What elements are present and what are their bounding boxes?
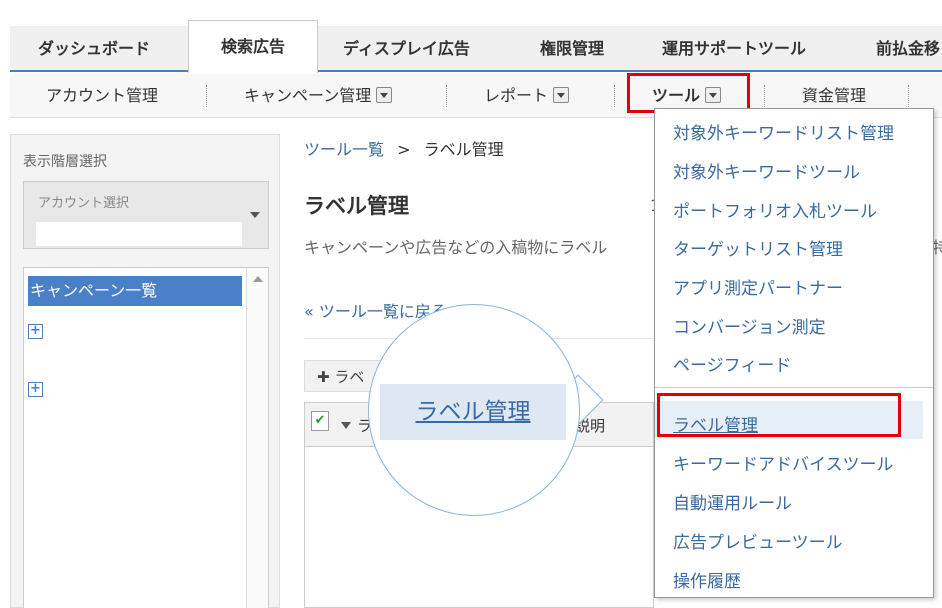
tree-item-campaign-list[interactable]: キャンペーン一覧 — [28, 276, 242, 306]
menu-item-negative-keyword-list[interactable]: 対象外キーワードリスト管理 — [673, 119, 894, 144]
chevron-down-icon[interactable] — [376, 87, 393, 103]
plus-icon: ✚ — [317, 368, 335, 386]
tree-scrollbar[interactable] — [246, 268, 268, 608]
hierarchy-panel: 表示階層選択 アカウント選択 キャンペーン一覧 + + — [10, 134, 280, 608]
scroll-up-icon[interactable] — [253, 276, 263, 282]
account-select-label: アカウント選択 — [38, 196, 130, 211]
chevron-down-icon[interactable] — [553, 87, 570, 103]
divider — [206, 85, 207, 107]
page-title: ラベル管理 — [304, 194, 409, 218]
label-management-highlight-box — [657, 393, 901, 437]
sort-down-icon[interactable] — [341, 422, 351, 429]
menu-item-target-list[interactable]: ターゲットリスト管理 — [673, 235, 843, 260]
account-select[interactable]: アカウント選択 — [23, 181, 269, 249]
zoomed-label-management: ラベル管理 — [380, 384, 566, 440]
breadcrumb-sep: > — [397, 140, 411, 159]
panel-title: 表示階層選択 — [23, 154, 107, 170]
campaign-tree: キャンペーン一覧 + + — [23, 267, 269, 608]
subnav-campaign-label: キャンペーン管理 — [244, 86, 372, 105]
divider — [908, 85, 909, 107]
menu-item-auto-rules[interactable]: 自動運用ルール — [673, 489, 792, 514]
menu-item-keyword-advice[interactable]: キーワードアドバイスツール — [673, 450, 894, 475]
menu-item-conversion[interactable]: コンバージョン測定 — [673, 313, 826, 338]
tab-support-tools[interactable]: 運用サポートツール — [662, 26, 806, 72]
divider — [614, 85, 615, 107]
tab-dashboard[interactable]: ダッシュボード — [38, 26, 150, 72]
menu-divider — [655, 387, 933, 388]
tools-highlight-box — [627, 73, 750, 113]
expand-icon[interactable]: + — [28, 324, 43, 339]
subnav-account[interactable]: アカウント管理 — [46, 74, 158, 118]
subnav-report[interactable]: レポート — [484, 74, 570, 118]
tools-dropdown-menu: 対象外キーワードリスト管理 対象外キーワードツール ポートフォリオ入札ツール タ… — [654, 108, 934, 598]
expand-icon[interactable]: + — [28, 382, 43, 397]
breadcrumb: ツール一覧 > ラベル管理 — [304, 136, 504, 160]
tab-display-ads[interactable]: ディスプレイ広告 — [343, 26, 470, 72]
breadcrumb-current: ラベル管理 — [423, 140, 504, 159]
shield-check-icon[interactable]: ✔ — [311, 411, 329, 431]
menu-item-page-feed[interactable]: ページフィード — [673, 351, 791, 376]
chevron-down-icon[interactable] — [250, 212, 260, 218]
divider — [446, 85, 447, 107]
account-select-input[interactable] — [36, 222, 242, 246]
menu-item-app-partner[interactable]: アプリ測定パートナー — [673, 274, 843, 299]
divider — [764, 85, 765, 107]
add-label-button-text: ラベ — [334, 368, 365, 386]
tab-search-ads[interactable]: 検索広告 — [188, 20, 318, 73]
tab-prepayment[interactable]: 前払金移 — [876, 26, 942, 72]
menu-item-negative-keyword-tool[interactable]: 対象外キーワードツール — [673, 158, 860, 183]
subnav-campaign[interactable]: キャンペーン管理 — [244, 74, 393, 118]
menu-item-portfolio-bidding[interactable]: ポートフォリオ入札ツール — [673, 197, 877, 222]
menu-item-history[interactable]: 操作履歴 — [673, 567, 741, 592]
subnav-report-label: レポート — [484, 86, 549, 105]
page-description: キャンペーンや広告などの入稿物にラベル — [304, 238, 608, 257]
tab-permissions[interactable]: 権限管理 — [540, 26, 604, 72]
menu-item-ad-preview[interactable]: 広告プレビューツール — [673, 528, 843, 553]
top-tab-bar: ダッシュボード 検索広告 ディスプレイ広告 権限管理 運用サポートツール 前払金… — [10, 20, 942, 73]
breadcrumb-tools-link[interactable]: ツール一覧 — [304, 140, 384, 159]
